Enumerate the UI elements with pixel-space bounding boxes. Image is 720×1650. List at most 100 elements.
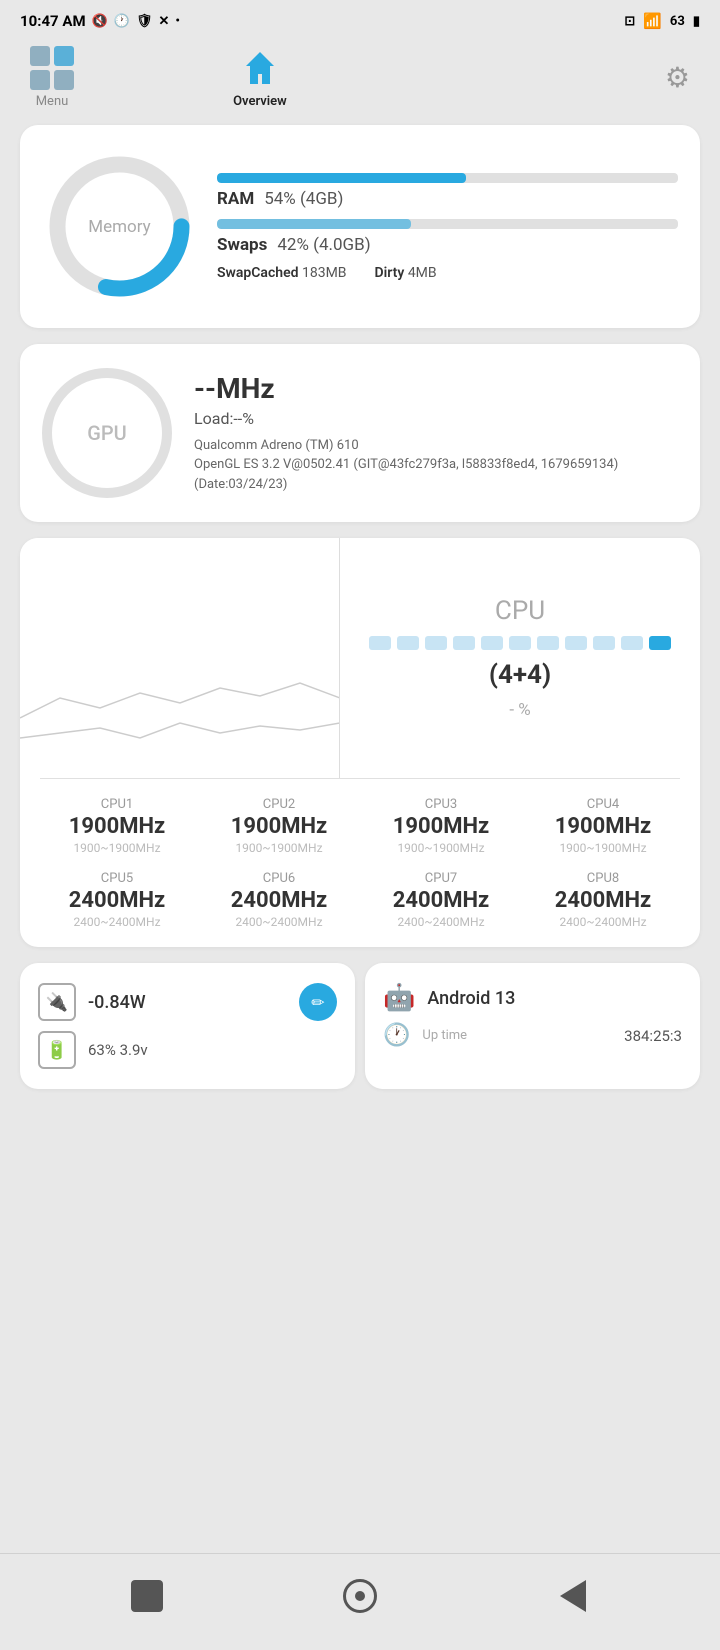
bottom-cards: 🔌 -0.84W ✏ 🔋 63% 3.9v 🤖 Android 13 🕐 Up … bbox=[20, 963, 700, 1089]
cpu-cell-range-6: 2400~2400MHz bbox=[235, 915, 322, 929]
swap-cached-item: SwapCached 183MB bbox=[217, 265, 347, 281]
swap-row: Swaps 42% (4.0GB) bbox=[217, 235, 678, 255]
cpu-right: CPU (4+4) - % bbox=[340, 538, 700, 778]
dot-5 bbox=[481, 636, 503, 650]
android-icon: 🤖 bbox=[383, 983, 415, 1013]
uptime-value: 384:25:3 bbox=[624, 1027, 682, 1045]
cpu-cell-3: CPU3 1900MHz 1900~1900MHz bbox=[360, 797, 522, 855]
cpu-cell-label-1: CPU1 bbox=[101, 797, 133, 812]
back-icon bbox=[560, 1580, 586, 1612]
top-nav: Menu Overview ⚙ bbox=[0, 38, 720, 125]
overview-nav-item[interactable]: Overview bbox=[233, 46, 287, 109]
dot-6 bbox=[509, 636, 531, 650]
status-bar: 10:47 AM 🔇 🕐 🛡 ✕ • ⊡ 📶 63 ▮ bbox=[0, 0, 720, 38]
edit-button[interactable]: ✏ bbox=[299, 983, 337, 1021]
dirty-item: Dirty 4MB bbox=[375, 265, 437, 281]
ram-bar-bg bbox=[217, 173, 678, 183]
gpu-label: GPU bbox=[87, 421, 126, 445]
cpu-cell-1: CPU1 1900MHz 1900~1900MHz bbox=[36, 797, 198, 855]
back-button[interactable] bbox=[547, 1570, 599, 1622]
dirty-label: Dirty bbox=[375, 265, 405, 281]
cpu-cell-5: CPU5 2400MHz 2400~2400MHz bbox=[36, 871, 198, 929]
cpu-cell-range-3: 1900~1900MHz bbox=[397, 841, 484, 855]
home-nav-icon bbox=[343, 1579, 377, 1613]
cpu-cell-2: CPU2 1900MHz 1900~1900MHz bbox=[198, 797, 360, 855]
cpu-cell-mhz-8: 2400MHz bbox=[555, 888, 651, 913]
system-card: 🤖 Android 13 🕐 Up time 384:25:3 bbox=[365, 963, 700, 1089]
dirty-value: 4MB bbox=[408, 265, 437, 281]
cpu-card: CPU (4+4) - % CPU1 1900MHz 1900~1900MHz bbox=[20, 538, 700, 947]
cpu-cell-range-8: 2400~2400MHz bbox=[559, 915, 646, 929]
cpu-cell-7: CPU7 2400MHz 2400~2400MHz bbox=[360, 871, 522, 929]
gpu-card: GPU --MHz Load:--% Qualcomm Adreno (TM) … bbox=[20, 344, 700, 522]
cpu-cell-6: CPU6 2400MHz 2400~2400MHz bbox=[198, 871, 360, 929]
cpu-cell-label-4: CPU4 bbox=[587, 797, 619, 812]
dot-2 bbox=[397, 636, 419, 650]
battery-percent: 63 bbox=[670, 14, 685, 29]
menu-sq4 bbox=[54, 70, 74, 90]
cpu-cell-label-2: CPU2 bbox=[263, 797, 295, 812]
battery-indicator-icon: ⊡ bbox=[624, 14, 635, 29]
dot-10 bbox=[621, 636, 643, 650]
swap-progress bbox=[217, 219, 678, 229]
cpu-cell-label-8: CPU8 bbox=[587, 871, 619, 886]
cpu-cell-range-7: 2400~2400MHz bbox=[397, 915, 484, 929]
cpu-cell-mhz-6: 2400MHz bbox=[231, 888, 327, 913]
battery-power-icon: 🔌 bbox=[38, 983, 76, 1021]
battery-icon: ▮ bbox=[693, 14, 700, 29]
bottom-nav bbox=[0, 1553, 720, 1650]
menu-sq3 bbox=[30, 70, 50, 90]
ram-progress bbox=[217, 173, 678, 183]
home-icon bbox=[238, 46, 282, 90]
x-icon: ✕ bbox=[158, 14, 169, 29]
android-version: Android 13 bbox=[427, 988, 515, 1009]
dot-3 bbox=[425, 636, 447, 650]
menu-nav-item[interactable]: Menu bbox=[30, 46, 74, 109]
swap-label: Swaps bbox=[217, 235, 267, 255]
gpu-info: --MHz Load:--% Qualcomm Adreno (TM) 610O… bbox=[194, 372, 678, 495]
gear-icon: ⚙ bbox=[665, 61, 690, 94]
status-right: ⊡ 📶 63 ▮ bbox=[624, 12, 700, 30]
dot-8 bbox=[565, 636, 587, 650]
battery-level-row: 🔋 63% 3.9v bbox=[38, 1031, 337, 1069]
dot-7 bbox=[537, 636, 559, 650]
home-button[interactable] bbox=[334, 1570, 386, 1622]
mute-icon: 🔇 bbox=[92, 14, 108, 29]
cpu-cell-mhz-4: 1900MHz bbox=[555, 814, 651, 839]
overview-label: Overview bbox=[233, 94, 287, 109]
battery-card: 🔌 -0.84W ✏ 🔋 63% 3.9v bbox=[20, 963, 355, 1089]
menu-sq1 bbox=[30, 46, 50, 66]
gpu-circle-icon: GPU bbox=[42, 368, 172, 498]
swap-cached-value: 183MB bbox=[302, 265, 347, 281]
memory-donut: Memory bbox=[42, 149, 197, 304]
dot-4 bbox=[453, 636, 475, 650]
swap-cached-label: SwapCached bbox=[217, 265, 298, 281]
recent-apps-icon bbox=[131, 1580, 163, 1612]
gpu-load: Load:--% bbox=[194, 409, 678, 428]
cpu-cell-label-7: CPU7 bbox=[425, 871, 457, 886]
cpu-cores: (4+4) bbox=[489, 660, 551, 690]
status-time: 10:47 AM bbox=[20, 12, 86, 30]
gpu-desc: Qualcomm Adreno (TM) 610OpenGL ES 3.2 V@… bbox=[194, 436, 678, 495]
cpu-graph-area bbox=[20, 538, 340, 778]
cpu-cell-4: CPU4 1900MHz 1900~1900MHz bbox=[522, 797, 684, 855]
ram-label: RAM bbox=[217, 189, 254, 209]
recent-apps-button[interactable] bbox=[121, 1570, 173, 1622]
dot-active bbox=[649, 636, 671, 650]
battery-power-row: 🔌 -0.84W ✏ bbox=[38, 983, 337, 1021]
cpu-cell-label-6: CPU6 bbox=[263, 871, 295, 886]
cpu-cell-range-4: 1900~1900MHz bbox=[559, 841, 646, 855]
cpu-cell-range-2: 1900~1900MHz bbox=[235, 841, 322, 855]
memory-info: RAM 54% (4GB) Swaps 42% (4.0GB) SwapCach… bbox=[217, 173, 678, 281]
cpu-percent: - % bbox=[509, 700, 530, 720]
cpu-cell-range-1: 1900~1900MHz bbox=[73, 841, 160, 855]
dot-1 bbox=[369, 636, 391, 650]
ram-bar-fill bbox=[217, 173, 466, 183]
settings-nav-item[interactable]: ⚙ bbox=[665, 61, 690, 94]
cpu-cell-mhz-5: 2400MHz bbox=[69, 888, 165, 913]
cpu-cell-mhz-1: 1900MHz bbox=[69, 814, 165, 839]
memory-donut-label: Memory bbox=[88, 217, 150, 237]
battery-level-value: 63% 3.9v bbox=[88, 1041, 148, 1059]
dot-icon: • bbox=[175, 14, 180, 29]
swap-bar-bg bbox=[217, 219, 678, 229]
